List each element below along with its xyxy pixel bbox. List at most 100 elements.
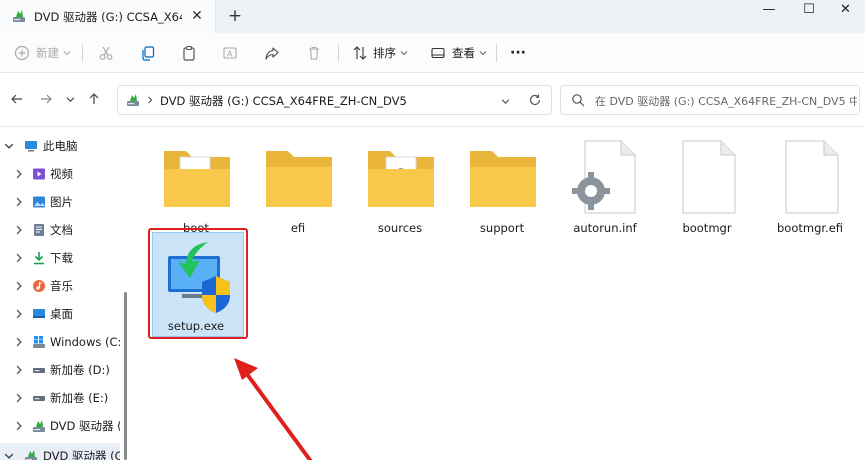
sort-button[interactable]: 排序 <box>352 41 408 65</box>
chevron-right-icon[interactable] <box>14 225 24 235</box>
dvd-drive-icon <box>25 450 37 460</box>
copy-icon <box>142 46 155 61</box>
sidebar-item-this-pc[interactable]: 此电脑 <box>0 133 120 159</box>
sort-icon <box>353 46 367 60</box>
music-icon <box>33 280 45 292</box>
arrow-right-icon <box>41 94 52 104</box>
arrow-left-icon <box>11 94 22 104</box>
scissors-icon <box>99 46 113 60</box>
sidebar-item-videos[interactable]: 视频 <box>0 161 120 187</box>
chevron-down-icon <box>400 51 408 56</box>
command-bar: 新建 A 排序 查看 ··· <box>0 33 865 73</box>
tab-close-button[interactable]: ✕ <box>188 7 206 25</box>
sidebar-item-pictures[interactable]: 图片 <box>0 189 120 215</box>
chevron-right-icon[interactable] <box>14 197 24 207</box>
sidebar-item-documents[interactable]: 文档 <box>0 217 120 243</box>
sidebar-item-desktop[interactable]: 桌面 <box>0 301 120 327</box>
copy-button[interactable] <box>140 41 156 65</box>
annotation-highlight-box <box>148 228 248 339</box>
documents-icon <box>34 224 44 236</box>
file-item-bootmgr-efi[interactable]: bootmgr.efi <box>760 133 860 235</box>
chevron-right-icon[interactable] <box>14 337 24 347</box>
refresh-icon[interactable] <box>528 93 542 107</box>
sidebar-scrollbar[interactable] <box>120 127 133 460</box>
chevron-right-icon[interactable] <box>14 253 24 263</box>
chevron-right-icon[interactable] <box>14 421 24 431</box>
drive-icon <box>33 396 45 401</box>
window-close-button[interactable]: ✕ <box>826 0 865 18</box>
file-name: support <box>479 221 525 235</box>
search-icon <box>572 94 585 107</box>
chevron-right-icon[interactable] <box>14 281 24 291</box>
chevron-down-icon[interactable] <box>4 141 14 151</box>
chevron-right-icon[interactable] <box>14 393 24 403</box>
dvd-drive-icon <box>127 94 139 106</box>
view-icon <box>431 47 445 59</box>
sidebar-item-dvd-drive-root[interactable]: DVD 驱动器 (G:) <box>0 443 120 460</box>
sidebar-item-label: DVD 驱动器 (G <box>50 419 120 433</box>
file-item-boot[interactable]: boot <box>146 133 246 235</box>
navigation-row: DVD 驱动器 (G:) CCSA_X64FRE_ZH-CN_DV5 在 DVD… <box>0 73 865 127</box>
folder-icon <box>470 151 536 207</box>
trash-icon <box>309 46 319 60</box>
title-bar: DVD 驱动器 (G:) CCSA_X64FRE ✕ + — ☐ ✕ <box>0 0 865 33</box>
sidebar-item-volume-e[interactable]: 新加卷 (E:) <box>0 385 120 411</box>
file-item-autorun[interactable]: autorun.inf <box>555 133 655 235</box>
sidebar-item-label: 视频 <box>50 167 73 181</box>
toolbar-separator <box>338 44 339 62</box>
file-item-sources[interactable]: sources <box>350 133 450 235</box>
delete-button[interactable] <box>306 41 322 65</box>
search-placeholder: 在 DVD 驱动器 (G:) CCSA_X64FRE_ZH-CN_DV5 中搜.… <box>595 95 857 108</box>
sidebar-item-downloads[interactable]: 下载 <box>0 245 120 271</box>
more-options-button[interactable]: ··· <box>510 41 526 65</box>
file-name: autorun.inf <box>573 221 637 235</box>
chevron-down-icon[interactable] <box>501 97 510 106</box>
search-box[interactable]: 在 DVD 驱动器 (G:) CCSA_X64FRE_ZH-CN_DV5 中搜.… <box>560 85 860 115</box>
share-button[interactable] <box>264 41 280 65</box>
file-name: bootmgr.efi <box>776 221 844 235</box>
clipboard-icon <box>183 45 195 61</box>
file-item-bootmgr[interactable]: bootmgr <box>657 133 757 235</box>
file-item-efi[interactable]: efi <box>248 133 348 235</box>
sidebar-item-windows-c[interactable]: Windows (C:) <box>0 329 120 355</box>
address-path: DVD 驱动器 (G:) CCSA_X64FRE_ZH-CN_DV5 <box>160 94 407 108</box>
sidebar-item-label: 音乐 <box>50 279 73 293</box>
view-button[interactable]: 查看 <box>430 41 487 65</box>
chevron-down-icon <box>66 96 74 102</box>
paste-button[interactable] <box>181 41 197 65</box>
chevron-down-icon[interactable] <box>4 451 14 460</box>
folder-icon <box>164 151 230 207</box>
sidebar-item-volume-d[interactable]: 新加卷 (D:) <box>0 357 120 383</box>
up-button[interactable] <box>84 89 104 109</box>
plus-circle-icon <box>14 45 30 61</box>
cut-button[interactable] <box>98 41 114 65</box>
chevron-down-icon <box>63 51 71 56</box>
sidebar-item-dvd-drive[interactable]: DVD 驱动器 (G <box>0 413 120 439</box>
chevron-right-icon[interactable] <box>14 169 24 179</box>
file-name: sources <box>377 221 423 235</box>
tab-dvd-drive[interactable]: DVD 驱动器 (G:) CCSA_X64FRE ✕ <box>0 0 216 33</box>
arrow-up-icon <box>89 93 99 104</box>
back-button[interactable] <box>7 89 27 109</box>
new-label: 新建 <box>36 46 59 60</box>
file-item-support[interactable]: support <box>452 133 552 235</box>
chevron-right-icon[interactable] <box>14 309 24 319</box>
sidebar-item-label: 此电脑 <box>43 139 78 153</box>
sidebar-item-label: 文档 <box>50 223 73 237</box>
sidebar-scrollbar-thumb[interactable] <box>124 292 127 460</box>
recent-locations-button[interactable] <box>63 89 77 109</box>
sidebar-item-label: 图片 <box>50 195 73 209</box>
video-icon <box>33 168 45 180</box>
new-tab-button[interactable]: + <box>226 6 244 26</box>
file-icon <box>785 140 839 214</box>
rename-icon: A <box>223 47 237 59</box>
file-name: efi <box>290 221 306 235</box>
folder-icon <box>368 151 434 207</box>
forward-button[interactable] <box>36 89 56 109</box>
address-bar[interactable]: DVD 驱动器 (G:) CCSA_X64FRE_ZH-CN_DV5 <box>117 85 552 115</box>
sidebar-item-music[interactable]: 音乐 <box>0 273 120 299</box>
navigation-pane: 此电脑 视频 图片 文档 下载 音乐 桌面 Windows (C:) 新加卷 (… <box>0 127 120 460</box>
chevron-right-icon[interactable] <box>14 365 24 375</box>
rename-button[interactable]: A <box>222 41 238 65</box>
new-button[interactable]: 新建 <box>14 41 71 65</box>
